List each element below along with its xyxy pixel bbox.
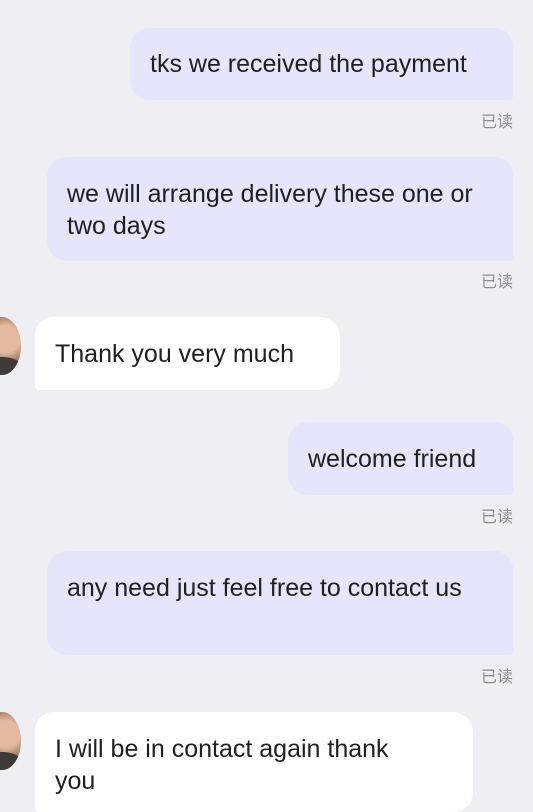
message-outgoing[interactable]: tks we received the payment	[130, 28, 513, 100]
chat-thread[interactable]: tks we received the payment 已读 we will a…	[0, 0, 533, 812]
message-text: tks we received the payment	[150, 50, 467, 78]
message-text: welcome friend	[308, 444, 477, 473]
message-incoming[interactable]: Thank you very much	[35, 317, 340, 390]
contact-avatar[interactable]	[0, 317, 21, 375]
message-text: Thank you very much	[55, 339, 294, 368]
read-status: 已读	[480, 509, 513, 526]
message-incoming[interactable]: I will be in contact again thank you	[35, 712, 473, 812]
contact-avatar[interactable]	[0, 712, 21, 770]
read-status: 已读	[480, 114, 513, 131]
message-outgoing[interactable]: we will arrange delivery these one or tw…	[47, 157, 513, 261]
read-status: 已读	[480, 669, 513, 686]
message-text: we will arrange delivery these one or tw…	[67, 180, 473, 240]
message-text: any need just feel free to contact us	[67, 574, 462, 602]
read-status: 已读	[480, 274, 513, 291]
message-outgoing[interactable]: welcome friend	[288, 422, 513, 495]
message-outgoing[interactable]: any need just feel free to contact us	[47, 551, 513, 655]
message-text: I will be in contact again thank you	[55, 735, 389, 795]
